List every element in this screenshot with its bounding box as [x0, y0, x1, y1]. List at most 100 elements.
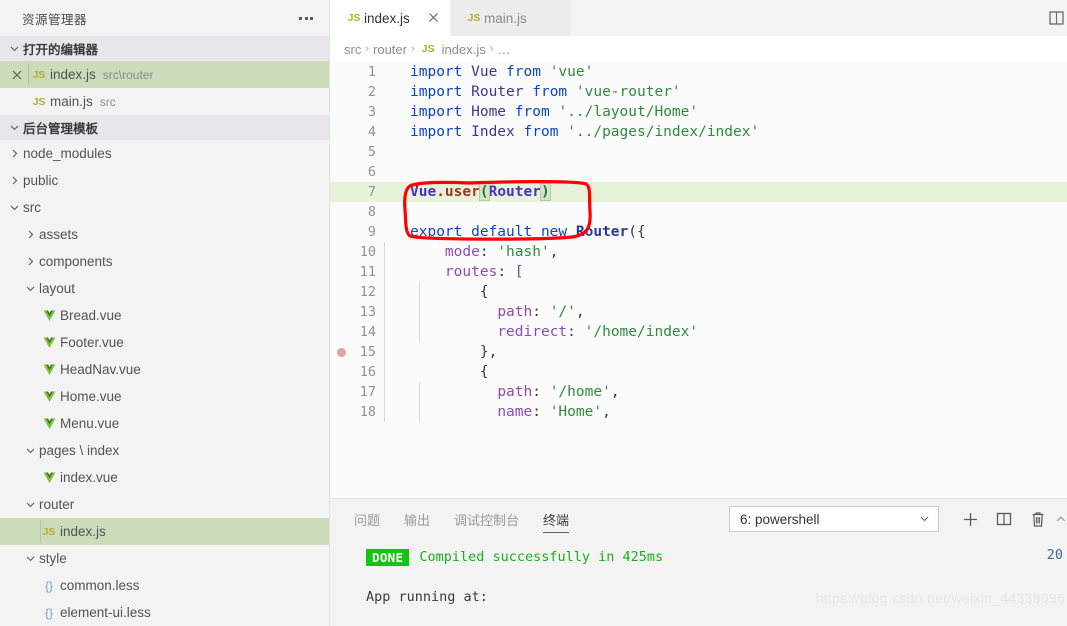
code-token: , [575, 304, 585, 320]
tree-folder-components[interactable]: components [0, 248, 329, 275]
code-token: ({ [628, 224, 646, 240]
split-terminal-button[interactable] [987, 502, 1021, 536]
panel-tab-3[interactable]: 终端 [543, 504, 570, 534]
breadcrumb: src › router › JS index.js › … [330, 36, 1067, 62]
open-editor-path: src [99, 94, 116, 109]
file-tree: node_modules public src assets components lay… [0, 140, 329, 626]
code-token: import [410, 64, 463, 80]
line-number: 16 [359, 364, 376, 380]
open-editor-main-js[interactable]: JS main.js src [0, 88, 329, 115]
panel-tab-1[interactable]: 输出 [404, 504, 430, 534]
vue-file-icon [38, 337, 60, 349]
section-open-editors[interactable]: 打开的编辑器 [0, 36, 329, 61]
section-project[interactable]: 后台管理模板 [0, 115, 329, 140]
code-editor[interactable]: 1 import Vue from 'vue' 2 import Router fro… [330, 62, 1067, 498]
tree-folder-pages-index[interactable]: pages \ index [0, 437, 329, 464]
breadcrumb-file[interactable]: index.js [442, 42, 486, 57]
terminal-output[interactable]: DONE Compiled successfully in 425ms App … [330, 539, 1067, 626]
editor-actions [1049, 0, 1067, 36]
code-text: redirect: '/home/index' [384, 322, 698, 342]
split-editor-icon[interactable] [1049, 10, 1065, 26]
bottom-panel: 问题 输出 调试控制台 终端 6: powershell DONE Compil… [330, 498, 1067, 626]
tree-file-common-less[interactable]: {} common.less [0, 572, 329, 599]
breadcrumb-router[interactable]: router [373, 42, 407, 57]
tree-file-menu-vue[interactable]: Menu.vue [0, 410, 329, 437]
terminal-message: Compiled successfully in 425ms [419, 549, 664, 565]
open-editor-index-js[interactable]: JS index.js src\router [0, 61, 329, 88]
code-token: }, [479, 344, 498, 360]
code-token: : [532, 384, 550, 400]
js-file-icon: JS [42, 525, 56, 538]
tree-file-element-ui-less[interactable]: {} element-ui.less [0, 599, 329, 626]
panel-tab-0[interactable]: 问题 [354, 504, 380, 534]
line-number: 8 [367, 204, 376, 220]
tree-file-footer-vue[interactable]: Footer.vue [0, 329, 329, 356]
code-token: path [497, 304, 533, 320]
code-token: , [610, 384, 620, 400]
code-text: import Vue from 'vue' [388, 62, 593, 82]
terminal-selector[interactable]: 6: powershell [729, 506, 939, 532]
code-token: Router [488, 184, 541, 200]
tab-index-js[interactable]: JS index.js [330, 0, 450, 36]
code-text: mode: 'hash', [384, 242, 558, 262]
breadcrumb-symbol[interactable]: … [497, 42, 510, 57]
tree-file-headnav-vue[interactable]: HeadNav.vue [0, 356, 329, 383]
code-line-15: 15 }, [330, 342, 1067, 362]
tree-item-label: pages \ index [39, 443, 120, 458]
tree-item-label: Home.vue [60, 389, 122, 404]
trash-icon[interactable] [1021, 502, 1055, 536]
tree-item-label: Menu.vue [60, 416, 120, 431]
line-number: 6 [367, 164, 376, 180]
tree-folder-src[interactable]: src [0, 194, 329, 221]
code-text: routes: [ [384, 262, 524, 282]
tree-folder-layout[interactable]: layout [0, 275, 329, 302]
tree-folder-assets[interactable]: assets [0, 221, 329, 248]
new-terminal-button[interactable] [953, 502, 987, 536]
tree-folder-public[interactable]: public [0, 167, 329, 194]
panel-tab-2[interactable]: 调试控制台 [454, 504, 519, 534]
code-line-13: 13 path: '/', [330, 302, 1067, 322]
line-number: 14 [359, 324, 376, 340]
close-icon[interactable] [6, 70, 28, 80]
ellipsis-icon[interactable] [295, 9, 317, 27]
line-number: 5 [367, 144, 376, 160]
chevron-down-icon [6, 40, 23, 57]
breadcrumb-src[interactable]: src [344, 42, 361, 57]
code-text: import Router from 'vue-router' [388, 82, 681, 102]
line-number: 11 [359, 264, 376, 280]
breakpoint-icon[interactable] [337, 348, 346, 357]
maximize-panel-button[interactable] [1055, 502, 1067, 536]
code-text: import Index from '../pages/index/index' [388, 122, 759, 142]
explorer-title: 资源管理器 [22, 12, 88, 27]
tab-main-js[interactable]: JS main.js [450, 0, 570, 36]
code-text: export default new Router({ [388, 222, 646, 242]
tree-item-label: Footer.vue [60, 335, 124, 350]
tree-item-label: style [39, 551, 67, 566]
code-line-8: 8 [330, 202, 1067, 222]
tree-file-index-js[interactable]: JS index.js [0, 518, 329, 545]
line-number: 10 [359, 244, 376, 260]
editor-area: JS index.js JS main.js src › router › JS [330, 0, 1067, 626]
code-token: Home [462, 104, 515, 120]
tree-folder-router[interactable]: router [0, 491, 329, 518]
explorer-header: 资源管理器 [0, 0, 329, 36]
tree-folder-node_modules[interactable]: node_modules [0, 140, 329, 167]
section-open-editors-label: 打开的编辑器 [23, 43, 99, 57]
tree-file-home-vue[interactable]: Home.vue [0, 383, 329, 410]
tree-folder-style[interactable]: style [0, 545, 329, 572]
code-token: import [410, 84, 463, 100]
code-text: import Home from '../layout/Home' [388, 102, 698, 122]
tree-file-index-vue[interactable]: index.vue [0, 464, 329, 491]
close-icon[interactable] [428, 11, 439, 25]
tree-item-label: HeadNav.vue [60, 362, 141, 377]
tree-file-bread-vue[interactable]: Bread.vue [0, 302, 329, 329]
line-number: 4 [367, 124, 376, 140]
chevron-down-icon [22, 280, 39, 297]
